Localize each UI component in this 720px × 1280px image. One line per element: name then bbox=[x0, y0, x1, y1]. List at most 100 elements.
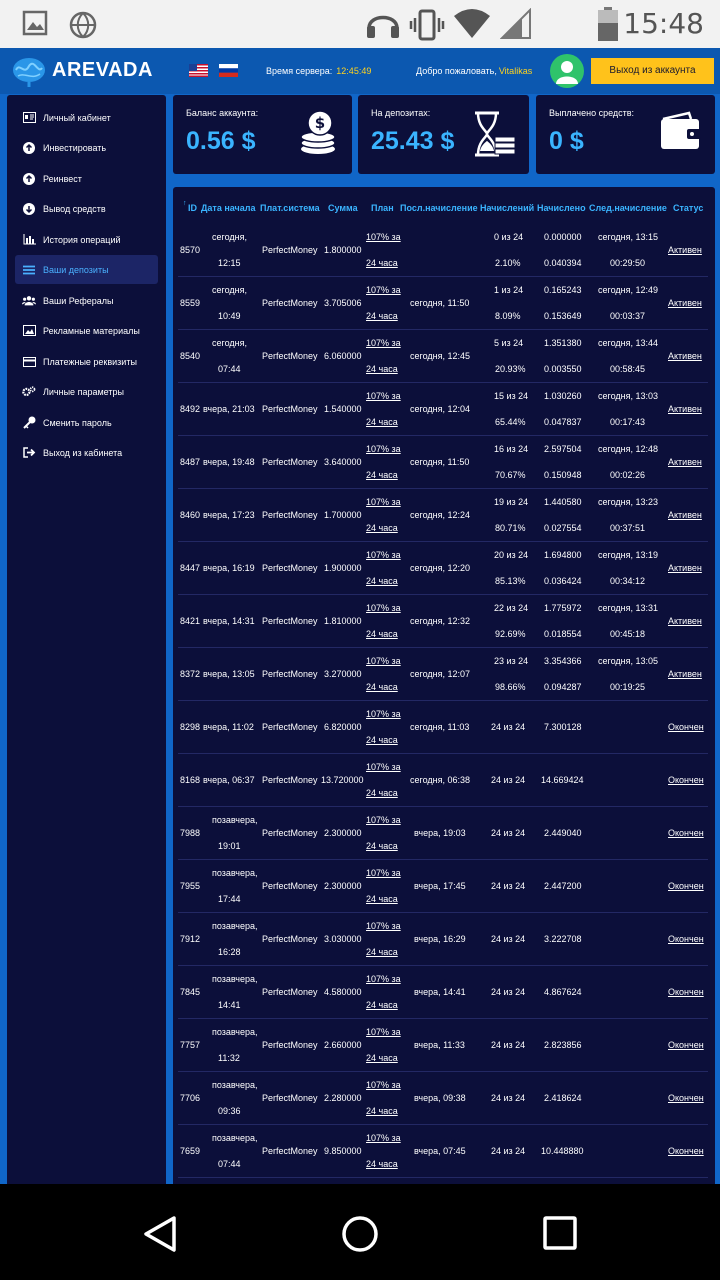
column-header-amount[interactable]: Сумма bbox=[328, 203, 358, 213]
cell-plan-link[interactable]: 107% за bbox=[366, 603, 401, 613]
sort-arrow-icon[interactable]: ↑ bbox=[183, 200, 187, 207]
cell-status-link[interactable]: Окончен bbox=[668, 722, 704, 732]
cell-date: позавчера, bbox=[212, 974, 258, 984]
cell-status-link[interactable]: Активен bbox=[668, 616, 702, 626]
cell-status-link[interactable]: Окончен bbox=[668, 934, 704, 944]
sidebar-item-promo[interactable]: Рекламные материалы bbox=[15, 316, 158, 345]
cell-plan-link[interactable]: 107% за bbox=[366, 1027, 401, 1037]
cell-status-link[interactable]: Активен bbox=[668, 351, 702, 361]
cell-system: PerfectMoney bbox=[262, 722, 318, 732]
cell-plan-link[interactable]: 107% за bbox=[366, 709, 401, 719]
cell-id: 8460 bbox=[180, 510, 201, 520]
ru-flag-icon[interactable] bbox=[219, 64, 238, 77]
cell-plan-link[interactable]: 107% за bbox=[366, 921, 401, 931]
sidebar-item-invest[interactable]: Инвестировать bbox=[15, 133, 158, 162]
home-icon[interactable] bbox=[340, 1214, 380, 1254]
cell-plan-duration[interactable]: 24 часа bbox=[366, 576, 398, 586]
cell-plan-link[interactable]: 107% за bbox=[366, 762, 401, 772]
username: Vitalikas bbox=[498, 66, 533, 76]
cell-plan-link[interactable]: 107% за bbox=[366, 974, 401, 984]
cell-plan-link[interactable]: 107% за bbox=[366, 815, 401, 825]
cell-status-link[interactable]: Активен bbox=[668, 669, 702, 679]
cell-plan-duration[interactable]: 24 часа bbox=[366, 788, 398, 798]
cell-plan-duration[interactable]: 24 часа bbox=[366, 1159, 398, 1169]
cell-progress-percent: 8.09% bbox=[495, 311, 521, 321]
cell-last-accrual: вчера, 14:41 bbox=[414, 987, 466, 997]
cell-status-link[interactable]: Активен bbox=[668, 510, 702, 520]
cell-plan-link[interactable]: 107% за bbox=[366, 232, 401, 242]
cell-status-link[interactable]: Окончен bbox=[668, 881, 704, 891]
cell-status-link[interactable]: Активен bbox=[668, 298, 702, 308]
cell-plan-duration[interactable]: 24 часа bbox=[366, 682, 398, 692]
cell-plan-duration[interactable]: 24 часа bbox=[366, 894, 398, 904]
cell-status-link[interactable]: Окончен bbox=[668, 987, 704, 997]
cell-plan-link[interactable]: 107% за bbox=[366, 1133, 401, 1143]
cell-plan-link[interactable]: 107% за bbox=[366, 338, 401, 348]
cell-status-link[interactable]: Окончен bbox=[668, 1146, 704, 1156]
cell-amount: 1.700000 bbox=[324, 510, 362, 520]
site-logo-text[interactable]: AREVADA bbox=[52, 59, 153, 82]
cell-status-link[interactable]: Окончен bbox=[668, 1093, 704, 1103]
column-header-system[interactable]: Плат.система bbox=[260, 203, 320, 213]
cell-plan-link[interactable]: 107% за bbox=[366, 868, 401, 878]
sidebar-item-referrals[interactable]: Ваши Рефералы bbox=[15, 286, 158, 315]
sidebar-item-deposits[interactable]: Ваши депозиты bbox=[15, 255, 158, 284]
cell-status-link[interactable]: Окончен bbox=[668, 775, 704, 785]
cell-id: 8492 bbox=[180, 404, 201, 414]
cell-status-link[interactable]: Активен bbox=[668, 404, 702, 414]
cell-status-link[interactable]: Активен bbox=[668, 245, 702, 255]
column-header-date[interactable]: Дата начала bbox=[201, 203, 256, 213]
cell-system: PerfectMoney bbox=[262, 298, 318, 308]
cell-plan-link[interactable]: 107% за bbox=[366, 444, 401, 454]
column-header-last-accrual[interactable]: Посл.начисление bbox=[400, 203, 478, 213]
cell-status-link[interactable]: Активен bbox=[668, 563, 702, 573]
cell-plan-duration[interactable]: 24 часа bbox=[366, 629, 398, 639]
sidebar-item-withdraw[interactable]: Вывод средств bbox=[15, 194, 158, 223]
cell-plan-link[interactable]: 107% за bbox=[366, 391, 401, 401]
cell-plan-link[interactable]: 107% за bbox=[366, 656, 401, 666]
brain-logo-icon[interactable] bbox=[10, 54, 48, 88]
cell-plan-duration[interactable]: 24 часа bbox=[366, 258, 398, 268]
sidebar-item-logout[interactable]: Выход из кабинета bbox=[15, 438, 158, 467]
column-header-accruals[interactable]: Начислений bbox=[480, 203, 534, 213]
sidebar-item-reinvest[interactable]: Реинвест bbox=[15, 164, 158, 193]
column-header-accrued[interactable]: Начислено bbox=[537, 203, 586, 213]
column-header-next-accrual[interactable]: След.начисление bbox=[589, 203, 667, 213]
cell-plan-link[interactable]: 107% за bbox=[366, 497, 401, 507]
cell-plan-link[interactable]: 107% за bbox=[366, 285, 401, 295]
cell-plan-duration[interactable]: 24 часа bbox=[366, 523, 398, 533]
sidebar-item-payment-details[interactable]: Платежные реквизиты bbox=[15, 347, 158, 376]
cell-plan-duration[interactable]: 24 часа bbox=[366, 735, 398, 745]
cell-plan-duration[interactable]: 24 часа bbox=[366, 841, 398, 851]
column-header-status[interactable]: Статус bbox=[673, 203, 703, 213]
logout-button[interactable]: Выход из аккаунта bbox=[591, 58, 714, 84]
column-header-plan[interactable]: План bbox=[371, 203, 394, 213]
sidebar-item-settings[interactable]: Личные параметры bbox=[15, 377, 158, 406]
table-row: 8447 вчера, 16:19 PerfectMoney 1.900000 107%… bbox=[178, 542, 708, 595]
table-row: 7845 позавчера, 14:41 PerfectMoney 4.580000 1… bbox=[178, 966, 708, 1019]
cell-plan-duration[interactable]: 24 часа bbox=[366, 311, 398, 321]
cell-plan-link[interactable]: 107% за bbox=[366, 550, 401, 560]
recents-icon[interactable] bbox=[542, 1215, 578, 1251]
cell-plan-duration[interactable]: 24 часа bbox=[366, 417, 398, 427]
cell-plan-duration[interactable]: 24 часа bbox=[366, 1000, 398, 1010]
cell-plan-duration[interactable]: 24 часа bbox=[366, 947, 398, 957]
sidebar-item-dashboard[interactable]: Личный кабинет bbox=[15, 103, 158, 132]
cell-plan-duration[interactable]: 24 часа bbox=[366, 1106, 398, 1116]
us-flag-icon[interactable] bbox=[189, 64, 208, 77]
cell-plan-duration[interactable]: 24 часа bbox=[366, 470, 398, 480]
cell-status-link[interactable]: Активен bbox=[668, 457, 702, 467]
cell-status-link[interactable]: Окончен bbox=[668, 1040, 704, 1050]
user-avatar-icon[interactable] bbox=[550, 54, 584, 88]
sidebar-item-history[interactable]: История операций bbox=[15, 225, 158, 254]
cell-plan-duration[interactable]: 24 часа bbox=[366, 1053, 398, 1063]
back-icon[interactable] bbox=[140, 1214, 180, 1254]
cell-status-link[interactable]: Окончен bbox=[668, 828, 704, 838]
cell-plan-link[interactable]: 107% за bbox=[366, 1080, 401, 1090]
column-header-id[interactable]: ID bbox=[188, 203, 197, 213]
cell-accrued: 1.775972 bbox=[544, 603, 582, 613]
sidebar-item-change-password[interactable]: Сменить пароль bbox=[15, 408, 158, 437]
vpn-globe-icon bbox=[69, 11, 97, 39]
sidebar-item-label: Личные параметры bbox=[43, 386, 124, 397]
cell-plan-duration[interactable]: 24 часа bbox=[366, 364, 398, 374]
